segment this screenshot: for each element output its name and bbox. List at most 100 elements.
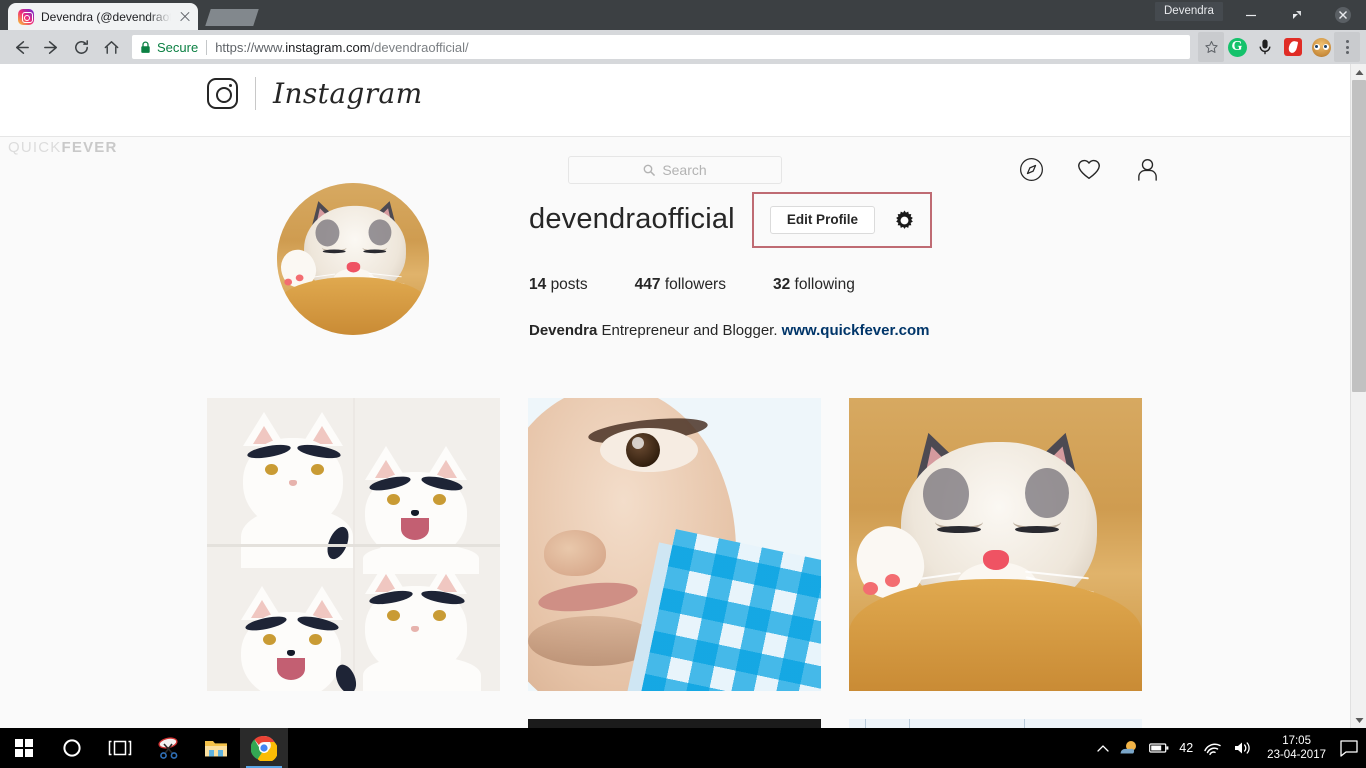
screen: Devendra (@devendraofi Devendra Secure h… <box>0 0 1366 768</box>
edit-profile-button[interactable]: Edit Profile <box>769 206 876 234</box>
logo-divider <box>255 77 256 110</box>
scroll-up-icon[interactable] <box>1351 64 1366 80</box>
close-tab-icon[interactable] <box>178 10 192 24</box>
page-viewport: Instagram QUICKFEVER Search devendraoffi… <box>0 64 1350 728</box>
windows-logo-icon <box>14 738 34 758</box>
profile-header-row: devendraofficial Edit Profile <box>529 192 933 248</box>
windows-taskbar: 42 17:05 23-04-2017 <box>0 728 1366 768</box>
scrollbar-thumb[interactable] <box>1352 80 1366 392</box>
page-scrollbar[interactable] <box>1350 64 1366 728</box>
chrome-button[interactable] <box>240 728 288 768</box>
restore-icon[interactable] <box>1274 0 1320 30</box>
url-path: /devendraofficial/ <box>370 39 469 55</box>
cortana-circle-icon <box>63 739 81 757</box>
profile-bio: Devendra Entrepreneur and Blogger. www.q… <box>529 320 932 341</box>
microphone-icon[interactable] <box>1252 34 1278 60</box>
avatar-extension-icon[interactable] <box>1308 34 1334 60</box>
post-blue[interactable] <box>849 719 1142 728</box>
close-window-icon[interactable] <box>1320 0 1366 30</box>
instagram-logo[interactable]: Instagram <box>207 77 423 110</box>
post-cat-collage[interactable] <box>207 398 500 691</box>
new-tab-button[interactable] <box>205 9 259 26</box>
grammarly-glyph: G <box>1227 37 1247 57</box>
window-controls <box>1228 0 1366 30</box>
home-button[interactable] <box>96 32 126 62</box>
battery-icon[interactable] <box>1149 742 1169 754</box>
chrome-tab-strip: Devendra (@devendraofi Devendra <box>0 0 1366 30</box>
edit-profile-highlight: Edit Profile <box>751 192 933 248</box>
instagram-wordmark: Instagram <box>273 77 423 110</box>
back-button[interactable] <box>6 32 36 62</box>
cortana-search-button[interactable] <box>48 728 96 768</box>
clock-date: 23-04-2017 <box>1267 749 1326 761</box>
browser-tab[interactable]: Devendra (@devendraofi <box>8 3 198 30</box>
bookmark-star-icon[interactable] <box>1198 32 1224 62</box>
stat-posts: 14 posts <box>529 276 588 294</box>
watermark-fever: FEVER <box>61 139 118 156</box>
action-center-icon[interactable] <box>1340 739 1358 757</box>
instagram-nav <box>1018 156 1160 182</box>
stat-following[interactable]: 32 following <box>773 276 855 294</box>
post-sleeping-kitten[interactable] <box>849 398 1142 691</box>
scroll-down-icon[interactable] <box>1351 712 1366 728</box>
task-view-button[interactable] <box>96 728 144 768</box>
bio-link[interactable]: www.quickfever.com <box>782 322 930 339</box>
stat-posts-count: 14 <box>529 276 547 293</box>
battery-percent: 42 <box>1179 741 1194 755</box>
clock-time: 17:05 <box>1282 734 1311 747</box>
stat-followers-label: followers <box>664 276 726 293</box>
post-dark[interactable] <box>528 719 821 728</box>
start-button[interactable] <box>0 728 48 768</box>
onedrive-icon[interactable] <box>1119 740 1139 756</box>
tab-title: Devendra (@devendraofi <box>41 9 171 24</box>
red-extension-icon[interactable] <box>1280 34 1306 60</box>
grammarly-icon[interactable]: G <box>1224 34 1250 60</box>
address-bar[interactable]: Secure https://www.instagram.com/devendr… <box>132 35 1190 59</box>
explore-icon[interactable] <box>1018 156 1044 182</box>
avatar-image <box>277 183 429 335</box>
profile-username: devendraofficial <box>529 203 735 236</box>
avatar[interactable] <box>277 183 429 335</box>
lock-icon <box>140 40 151 54</box>
gear-icon[interactable] <box>892 208 916 232</box>
instagram-header: Instagram <box>0 64 1350 137</box>
snipping-tool-button[interactable] <box>144 728 192 768</box>
wifi-icon[interactable] <box>1203 740 1223 756</box>
extension-icons: G <box>1224 34 1334 60</box>
search-input[interactable]: Search <box>568 156 782 184</box>
show-hidden-icons-chevron-icon[interactable] <box>1097 744 1109 753</box>
reload-button[interactable] <box>66 32 96 62</box>
forward-button[interactable] <box>36 32 66 62</box>
stat-followers-count: 447 <box>634 276 661 293</box>
post-grid <box>207 398 1143 728</box>
profile-icon[interactable] <box>1134 156 1160 182</box>
stat-posts-label: posts <box>550 276 588 293</box>
search-placeholder: Search <box>662 162 707 178</box>
stat-followers[interactable]: 447 followers <box>635 276 726 294</box>
stat-following-label: following <box>794 276 855 293</box>
post-image <box>207 398 500 691</box>
red-extension-glyph <box>1284 38 1302 56</box>
post-selfie[interactable] <box>528 398 821 691</box>
url-host: instagram.com <box>285 39 371 55</box>
avatar-extension-glyph <box>1311 37 1331 57</box>
search-icon <box>643 164 656 176</box>
chrome-menu-icon[interactable] <box>1334 32 1360 62</box>
stat-following-count: 32 <box>772 276 791 293</box>
chrome-toolbar: Secure https://www.instagram.com/devendr… <box>0 30 1366 64</box>
file-explorer-button[interactable] <box>192 728 240 768</box>
post-image <box>849 719 1142 728</box>
activity-icon[interactable] <box>1076 156 1102 182</box>
volume-icon[interactable] <box>1233 740 1253 756</box>
quickfever-watermark: QUICKFEVER <box>8 139 118 156</box>
clock[interactable]: 17:05 23-04-2017 <box>1263 734 1330 763</box>
system-tray: 42 17:05 23-04-2017 <box>1097 734 1366 763</box>
folder-icon <box>205 741 227 757</box>
post-image <box>528 398 821 691</box>
post-image <box>849 398 1142 691</box>
bio-text: Entrepreneur and Blogger. <box>597 322 782 339</box>
chrome-icon <box>251 735 277 761</box>
minimize-icon[interactable] <box>1228 0 1274 30</box>
url-text: https://www.instagram.com/devendraoffici… <box>215 40 468 55</box>
profile-stats: 14 posts 447 followers 32 following <box>529 276 932 294</box>
